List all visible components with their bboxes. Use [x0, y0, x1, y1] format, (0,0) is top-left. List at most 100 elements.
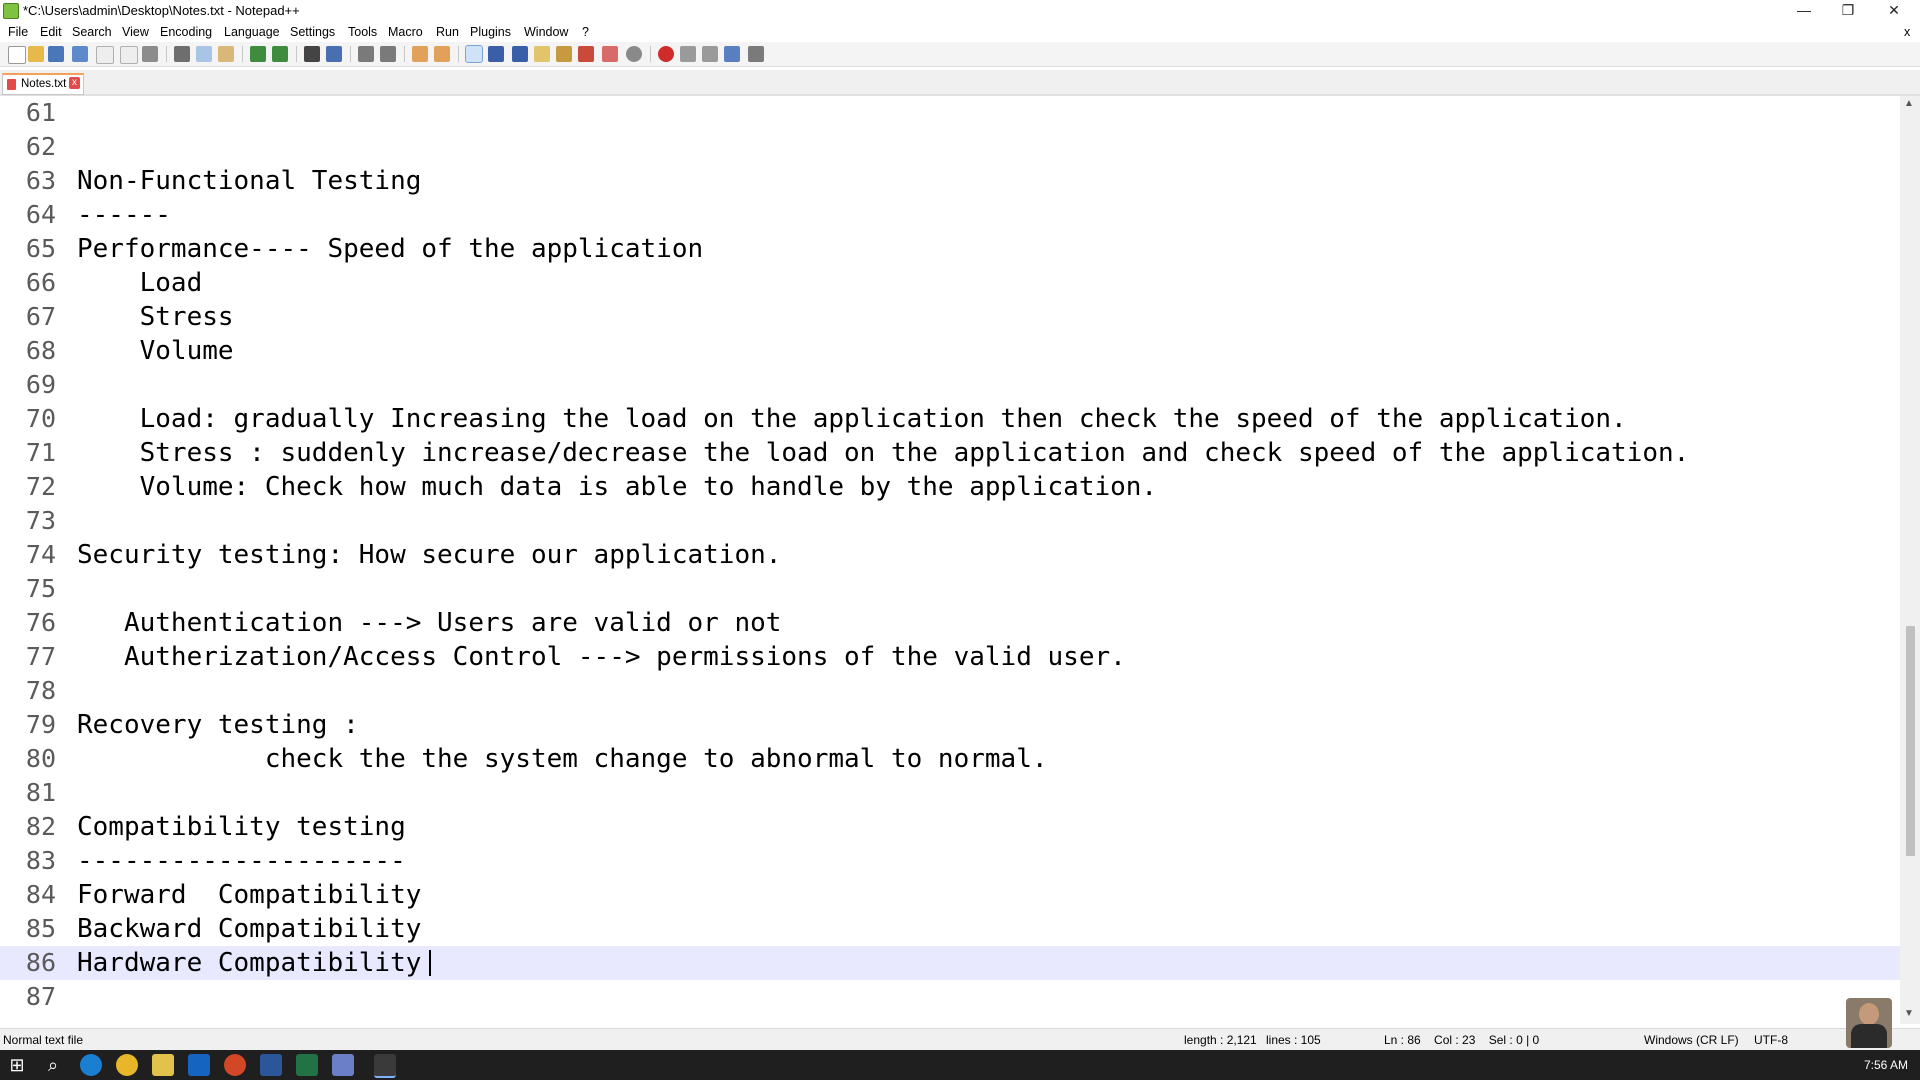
line-text[interactable]: Non-Functional Testing	[77, 164, 421, 198]
run-macro-multiple-icon[interactable]	[724, 46, 740, 62]
search-icon[interactable]: ⌕	[42, 1054, 64, 1076]
find-icon[interactable]	[304, 46, 320, 62]
paste-icon[interactable]	[218, 46, 234, 62]
minimize-button[interactable]: —	[1784, 0, 1824, 22]
menu-help[interactable]: ?	[582, 25, 589, 39]
file-explorer-icon[interactable]	[152, 1054, 174, 1076]
line-text[interactable]: Load	[77, 266, 203, 300]
menu-search[interactable]: Search	[72, 25, 112, 39]
scrollbar-thumb[interactable]	[1906, 626, 1915, 856]
zoom-in-icon[interactable]	[358, 46, 374, 62]
menu-macro[interactable]: Macro	[388, 25, 423, 39]
line-text[interactable]: ------	[77, 198, 171, 232]
vertical-scrollbar[interactable]: ▲ ▼	[1900, 96, 1920, 1024]
outlook-icon[interactable]	[188, 1054, 210, 1076]
print-icon[interactable]	[142, 46, 158, 62]
menu-view[interactable]: View	[122, 25, 149, 39]
editor-line: 76 Authentication ---> Users are valid o…	[0, 606, 1900, 640]
line-text[interactable]: Load: gradually Increasing the load on t…	[77, 402, 1627, 436]
undo-icon[interactable]	[250, 46, 266, 62]
editor-line: 82 Compatibility testing	[0, 810, 1900, 844]
editor-line: 72 Volume: Check how much data is able t…	[0, 470, 1900, 504]
line-text[interactable]: check the the system change to abnormal …	[77, 742, 1048, 776]
line-number: 63	[25, 166, 56, 195]
menu-window[interactable]: Window	[524, 25, 568, 39]
notepadpp-taskbar-icon[interactable]	[374, 1054, 396, 1078]
menu-file[interactable]: File	[8, 25, 28, 39]
redo-icon[interactable]	[272, 46, 288, 62]
menu-settings[interactable]: Settings	[290, 25, 335, 39]
menu-tools[interactable]: Tools	[348, 25, 377, 39]
cut-icon[interactable]	[174, 46, 190, 62]
close-button[interactable]: ✕	[1874, 0, 1914, 22]
scroll-down-icon[interactable]: ▼	[1904, 1008, 1914, 1019]
record-macro-icon[interactable]	[658, 46, 674, 62]
menu-run[interactable]: Run	[436, 25, 459, 39]
replace-icon[interactable]	[326, 46, 342, 62]
line-text[interactable]: Performance---- Speed of the application	[77, 232, 703, 266]
playback-macro-icon[interactable]	[702, 46, 718, 62]
indent-guide-icon[interactable]	[512, 46, 528, 62]
excel-icon[interactable]	[296, 1054, 318, 1076]
restore-button[interactable]: ❐	[1828, 0, 1868, 22]
open-folder-icon[interactable]	[28, 46, 44, 62]
line-number: 64	[25, 200, 56, 229]
start-icon[interactable]: ⊞	[6, 1054, 28, 1076]
tab-close-icon[interactable]: x	[69, 77, 80, 89]
line-text[interactable]: Recovery testing :	[77, 708, 359, 742]
monitoring-icon[interactable]	[626, 46, 642, 62]
line-text[interactable]: Volume	[77, 334, 234, 368]
zoom-out-icon[interactable]	[380, 46, 396, 62]
line-text[interactable]: Backward Compatibility	[77, 912, 421, 946]
sync-horizontal-icon[interactable]	[434, 46, 450, 62]
save-icon[interactable]	[48, 46, 64, 62]
line-number: 75	[25, 574, 56, 603]
menu-encoding[interactable]: Encoding	[160, 25, 212, 39]
line-text[interactable]: ---------------------	[77, 844, 406, 878]
user-defined-language-icon[interactable]	[534, 46, 550, 62]
cursor-position-status: Ln : 86 Col : 23 Sel : 0 | 0	[1384, 1033, 1540, 1047]
chat-app-icon[interactable]	[332, 1054, 354, 1076]
line-text[interactable]: Stress : suddenly increase/decrease the …	[77, 436, 1690, 470]
line-text[interactable]: Authentication ---> Users are valid or n…	[77, 606, 781, 640]
function-list-icon[interactable]	[578, 46, 594, 62]
menu-language[interactable]: Language	[224, 25, 280, 39]
line-text[interactable]: Hardware Compatibility	[77, 946, 421, 980]
edge-browser-icon[interactable]	[80, 1054, 102, 1076]
notepadpp-app-icon	[3, 3, 19, 19]
menu-plugins[interactable]: Plugins	[470, 25, 511, 39]
line-text[interactable]: Compatibility testing	[77, 810, 406, 844]
sync-vertical-icon[interactable]	[412, 46, 428, 62]
folder-as-workspace-icon[interactable]	[602, 46, 618, 62]
line-text[interactable]: Forward Compatibility	[77, 878, 421, 912]
close-file-icon[interactable]	[96, 46, 114, 64]
word-wrap-icon[interactable]	[465, 45, 483, 63]
chrome-browser-icon[interactable]	[116, 1054, 138, 1076]
editor-line: 67 Stress	[0, 300, 1900, 334]
line-text[interactable]: Stress	[77, 300, 234, 334]
editor-line: 85 Backward Compatibility	[0, 912, 1900, 946]
toolbar-separator	[296, 46, 297, 62]
show-all-characters-icon[interactable]	[488, 46, 504, 62]
close-all-icon[interactable]	[120, 46, 138, 64]
line-text[interactable]: Autherization/Access Control ---> permis…	[77, 640, 1126, 674]
stop-recording-icon[interactable]	[680, 46, 696, 62]
editor-line: 62	[0, 130, 1900, 164]
word-icon[interactable]	[260, 1054, 282, 1076]
line-text[interactable]: Volume: Check how much data is able to h…	[77, 470, 1157, 504]
new-file-icon[interactable]	[8, 46, 26, 64]
copy-icon[interactable]	[196, 46, 212, 62]
scroll-up-icon[interactable]: ▲	[1904, 98, 1914, 109]
close-document-button[interactable]: x	[1904, 25, 1910, 39]
line-text[interactable]: Security testing: How secure our applica…	[77, 538, 781, 572]
tab-notes-txt[interactable]: Notes.txt x	[2, 73, 84, 95]
document-map-icon[interactable]	[556, 46, 572, 62]
save-macro-icon[interactable]	[748, 46, 764, 62]
taskbar-clock[interactable]: 7:56 AM	[1864, 1058, 1908, 1072]
length-status: length : 2,121	[1184, 1033, 1257, 1047]
text-editor[interactable]: 61 62 63 Non-Functional Testing 64 ------ …	[0, 96, 1900, 1024]
tab-label: Notes.txt	[21, 78, 67, 90]
menu-edit[interactable]: Edit	[40, 25, 62, 39]
powerpoint-icon[interactable]	[224, 1054, 246, 1076]
save-all-icon[interactable]	[72, 46, 88, 62]
